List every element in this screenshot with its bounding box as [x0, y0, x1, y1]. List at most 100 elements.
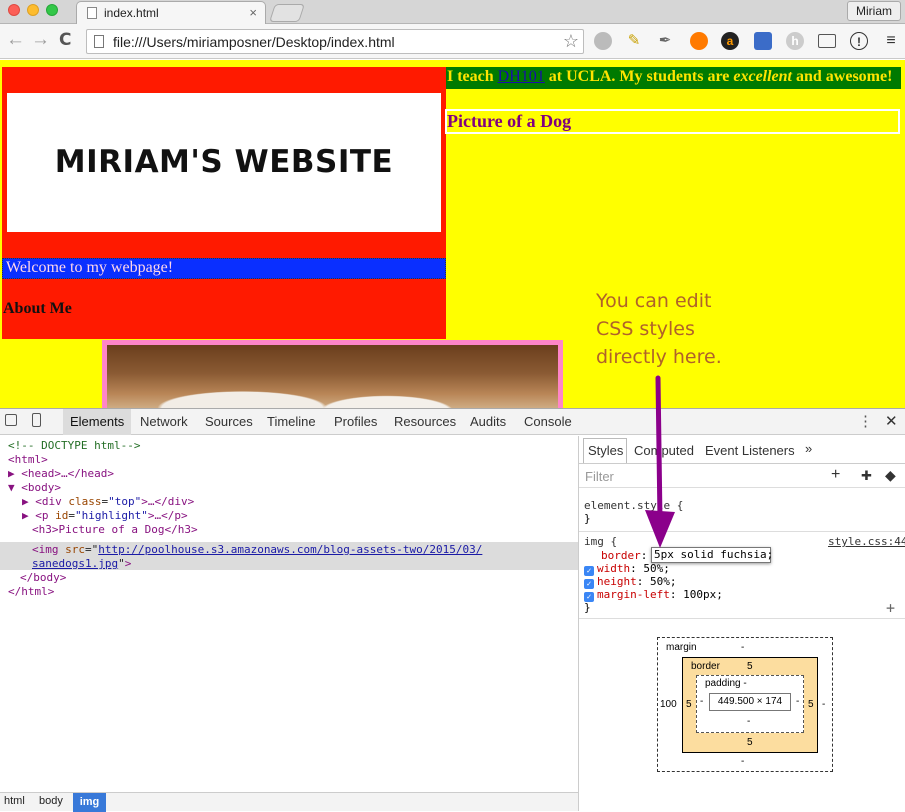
tab-close-icon[interactable]: × [249, 5, 257, 20]
padding-right[interactable]: - [796, 696, 799, 707]
box-model-margin[interactable]: margin - 100 - - border 5 5 5 5 padding … [657, 637, 833, 772]
img-node[interactable]: <img src="http://poolhouse.s3.amazonaws.… [32, 543, 482, 557]
tab-sources[interactable]: Sources [205, 414, 253, 429]
extension-calendar-icon[interactable] [754, 32, 772, 50]
img-node-cont[interactable]: sanedogs1.jpg"> [32, 557, 131, 571]
border-top[interactable]: 5 [747, 661, 753, 672]
div-attr-name: class [68, 495, 102, 508]
menu-icon[interactable]: ≡ [882, 32, 900, 50]
forward-button[interactable]: → [31, 30, 50, 50]
extension-pen-icon[interactable]: ✒ [656, 32, 674, 50]
tab-audits[interactable]: Audits [470, 414, 506, 429]
border-right[interactable]: 5 [808, 699, 814, 710]
close-devtools-icon[interactable]: ✕ [885, 412, 898, 430]
padding-bottom[interactable]: - [747, 716, 750, 727]
tab-network[interactable]: Network [140, 414, 188, 429]
tab-styles[interactable]: Styles [583, 438, 627, 463]
margin-right[interactable]: - [822, 699, 825, 710]
extension-h-icon[interactable]: h [786, 32, 804, 50]
border-declaration[interactable]: border: [601, 549, 654, 562]
tab-resources[interactable]: Resources [394, 414, 456, 429]
margin-declaration[interactable]: ✓ margin-left: 100px; [584, 588, 723, 602]
tab-elements[interactable]: Elements [70, 414, 124, 429]
element-style-selector[interactable]: element.style { [584, 499, 683, 512]
inspect-icon[interactable] [5, 414, 17, 426]
height-declaration[interactable]: ✓ height: 50%; [584, 575, 677, 589]
extension-shield-icon[interactable] [594, 32, 612, 50]
reload-button[interactable]: C [59, 30, 71, 50]
p-rest: >…</p> [147, 509, 188, 522]
img-rule-selector[interactable]: img { [584, 535, 617, 548]
devtools-tab-bar: Elements Network Sources Timeline Profil… [0, 409, 905, 435]
extension-amazon-icon[interactable]: a [721, 32, 739, 50]
tab-event-listeners[interactable]: Event Listeners [705, 443, 795, 458]
margin-bottom[interactable]: - [741, 756, 744, 767]
head-node[interactable]: ▶ <head>…</head> [8, 467, 114, 481]
device-mode-icon[interactable] [32, 413, 41, 427]
box-model-border[interactable]: border 5 5 5 5 padding - - - - 449.500 ×… [682, 657, 818, 753]
expand-arrow-icon[interactable]: ▶ [22, 509, 35, 522]
p-attr-name: id [55, 509, 69, 522]
border-bottom[interactable]: 5 [747, 737, 753, 748]
img-src-link[interactable]: http://poolhouse.s3.amazonaws.com/blog-a… [98, 543, 482, 556]
color-format-icon[interactable]: ◆ [885, 467, 896, 484]
p-highlight-node[interactable]: ▶ <p id="highlight">…</p> [22, 509, 188, 523]
tab-timeline[interactable]: Timeline [267, 414, 316, 429]
body-close-tag[interactable]: </body> [20, 571, 66, 585]
h3-node[interactable]: <h3>Picture of a Dog</h3> [32, 523, 198, 537]
box-model-padding[interactable]: padding - - - - 449.500 × 174 [696, 675, 804, 733]
pin-icon[interactable]: ✚ [861, 468, 872, 484]
more-options-icon[interactable]: ⋮ [858, 412, 873, 430]
img-src-link-2[interactable]: sanedogs1.jpg [32, 557, 118, 570]
box-model-content[interactable]: 449.500 × 174 [709, 693, 791, 711]
more-tabs-icon[interactable]: » [805, 441, 812, 456]
margin-left[interactable]: 100 [660, 699, 677, 710]
stylesheet-link[interactable]: style.css:44 [828, 535, 905, 548]
address-bar[interactable]: file:///Users/miriamposner/Desktop/index… [86, 29, 584, 54]
new-tab-button[interactable] [269, 4, 305, 22]
expand-arrow-icon[interactable]: ▶ [8, 467, 21, 480]
doctype-comment[interactable]: <!-- DOCTYPE html--> [8, 439, 140, 453]
expand-arrow-icon[interactable]: ▶ [22, 495, 35, 508]
body-open-node[interactable]: ▼ <body> [8, 481, 61, 495]
bookmark-star-icon[interactable]: ☆ [563, 31, 579, 52]
cast-icon[interactable] [818, 34, 836, 48]
highlight-paragraph: I teach DH101 at UCLA. My students are e… [446, 67, 901, 89]
padding-left[interactable]: - [700, 696, 703, 707]
profile-button[interactable]: Miriam [847, 1, 901, 21]
dom-tree[interactable]: <!-- DOCTYPE html--> <html> ▶ <head>…</h… [0, 436, 578, 792]
filter-input[interactable]: Filter [585, 469, 614, 484]
new-rule-icon[interactable]: + [831, 466, 840, 484]
margin-value[interactable]: 100px; [683, 588, 723, 601]
border-left[interactable]: 5 [686, 699, 692, 710]
add-property-icon[interactable]: + [886, 599, 895, 617]
tab-computed[interactable]: Computed [634, 443, 694, 458]
width-declaration[interactable]: ✓ width: 50%; [584, 562, 670, 576]
extension-flame-icon[interactable] [690, 32, 708, 50]
close-window-button[interactable] [8, 4, 20, 16]
dh101-link[interactable]: DH101 [498, 68, 545, 85]
highlight-pre: I teach [447, 68, 498, 85]
dog-image[interactable] [102, 340, 563, 408]
html-open-tag[interactable]: <html> [8, 453, 48, 467]
crumb-html[interactable]: html [4, 795, 25, 807]
extension-brush-icon[interactable]: ✎ [625, 32, 643, 50]
margin-top[interactable]: - [741, 642, 744, 653]
div-top-node[interactable]: ▶ <div class="top">…</div> [22, 495, 194, 509]
tab-console[interactable]: Console [524, 414, 572, 429]
height-value[interactable]: 50%; [650, 575, 677, 588]
html-close-tag[interactable]: </html> [8, 585, 54, 599]
crumb-img[interactable]: img [73, 793, 106, 812]
border-value-editor[interactable]: 5px solid fuchsia; [651, 547, 773, 563]
info-icon[interactable]: ! [850, 32, 868, 50]
tab-index-html[interactable]: index.html × [76, 1, 266, 25]
back-button[interactable]: ← [6, 30, 25, 50]
breadcrumb: html body img [0, 792, 578, 812]
tab-profiles[interactable]: Profiles [334, 414, 377, 429]
width-value[interactable]: 50%; [643, 562, 670, 575]
collapse-arrow-icon[interactable]: ▼ [8, 481, 21, 494]
img-rule-close: } [584, 601, 591, 614]
minimize-window-button[interactable] [27, 4, 39, 16]
crumb-body[interactable]: body [39, 795, 63, 807]
maximize-window-button[interactable] [46, 4, 58, 16]
